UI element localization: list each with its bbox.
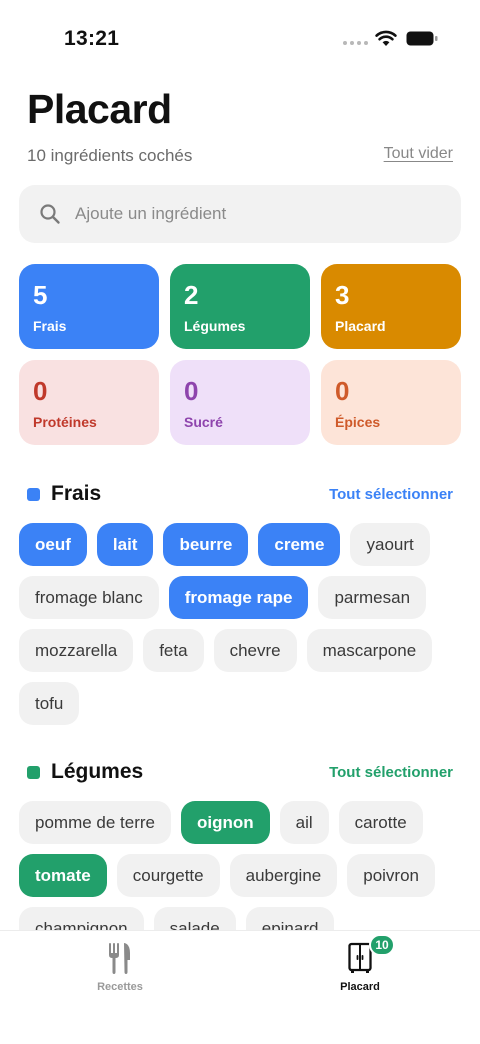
search-box[interactable] xyxy=(19,185,461,243)
search-icon xyxy=(40,204,60,224)
tab-label: Placard xyxy=(340,981,380,993)
ingredient-chip[interactable]: parmesan xyxy=(318,576,427,619)
ingredient-chip[interactable]: beurre xyxy=(163,523,249,566)
ingredient-chip[interactable]: carotte xyxy=(338,801,423,844)
search-input[interactable] xyxy=(75,204,435,224)
tab-bar: Recettes 10 Placard xyxy=(0,930,480,1044)
section-title: Légumes xyxy=(51,760,144,783)
ingredient-chip[interactable]: aubergine xyxy=(229,854,338,897)
ingredient-chip[interactable]: feta xyxy=(143,629,204,672)
ingredient-chip[interactable]: fromage rape xyxy=(168,576,309,619)
ingredient-chip[interactable]: courgette xyxy=(116,854,220,897)
category-label: Légumes xyxy=(184,318,246,334)
section-color-marker xyxy=(27,487,40,501)
ingredient-chip[interactable]: chevre xyxy=(213,629,297,672)
battery-icon xyxy=(406,31,438,46)
category-card-sucre[interactable]: 0 Sucré xyxy=(170,360,310,445)
category-card-legumes[interactable]: 2 Légumes xyxy=(170,264,310,349)
category-label: Frais xyxy=(33,318,67,334)
status-bar: 13:21 xyxy=(0,0,480,70)
ingredient-chip[interactable]: lait xyxy=(96,523,154,566)
ingredient-chip[interactable]: oeuf xyxy=(19,523,87,566)
category-count: 2 xyxy=(184,280,199,310)
category-label: Épices xyxy=(335,414,381,430)
category-card-placard[interactable]: 3 Placard xyxy=(321,264,461,349)
ingredient-chip[interactable]: mascarpone xyxy=(306,629,433,672)
ingredient-chips-legumes: pomme de terre oignon ail carotte tomate cour… xyxy=(19,801,464,950)
checked-count-subtitle: 10 ingrédients cochés xyxy=(27,146,193,165)
ingredient-chip[interactable]: fromage blanc xyxy=(19,576,159,619)
page-title: Placard xyxy=(27,86,172,132)
category-count: 0 xyxy=(184,376,199,406)
category-card-frais[interactable]: 5 Frais xyxy=(19,264,159,349)
category-count: 3 xyxy=(335,280,350,310)
tab-placard[interactable]: 10 Placard xyxy=(290,931,430,1011)
category-count: 5 xyxy=(33,280,48,310)
section-color-marker xyxy=(27,765,40,779)
ingredient-chip[interactable]: oignon xyxy=(181,801,270,844)
signal-dots-icon xyxy=(343,41,368,45)
select-all-button[interactable]: Tout sélectionner xyxy=(329,486,453,503)
ingredient-chip[interactable]: tomate xyxy=(19,854,107,897)
category-label: Placard xyxy=(335,318,386,334)
ingredient-chip[interactable]: creme xyxy=(258,523,341,566)
category-label: Protéines xyxy=(33,414,97,430)
clear-all-button[interactable]: Tout vider xyxy=(384,145,453,163)
section-header-frais: Frais Tout sélectionner xyxy=(27,479,453,509)
cupboard-count-badge: 10 xyxy=(369,934,395,956)
category-card-epices[interactable]: 0 Épices xyxy=(321,360,461,445)
category-card-proteines[interactable]: 0 Protéines xyxy=(19,360,159,445)
ingredient-chip[interactable]: pomme de terre xyxy=(19,801,171,844)
status-time: 13:21 xyxy=(64,27,120,50)
ingredient-chip[interactable]: mozzarella xyxy=(19,629,134,672)
category-count: 0 xyxy=(33,376,48,406)
category-count: 0 xyxy=(335,376,350,406)
category-summary-grid: 5 Frais 2 Légumes 3 Placard 0 Protéines … xyxy=(19,264,461,445)
section-header-legumes: Légumes Tout sélectionner xyxy=(27,757,453,787)
tab-recettes[interactable]: Recettes xyxy=(50,931,190,1011)
fork-knife-icon xyxy=(109,943,130,974)
ingredient-chip[interactable]: yaourt xyxy=(350,523,430,566)
wifi-icon xyxy=(375,30,397,46)
ingredient-chips-frais: oeuf lait beurre creme yaourt fromage blanc fr… xyxy=(19,523,464,725)
ingredient-chip[interactable]: tofu xyxy=(19,682,80,725)
select-all-button[interactable]: Tout sélectionner xyxy=(329,764,453,781)
category-label: Sucré xyxy=(184,414,223,430)
ingredient-chip[interactable]: ail xyxy=(279,801,329,844)
section-title: Frais xyxy=(51,482,102,505)
ingredient-chip[interactable]: poivron xyxy=(347,854,436,897)
tab-label: Recettes xyxy=(97,981,143,993)
